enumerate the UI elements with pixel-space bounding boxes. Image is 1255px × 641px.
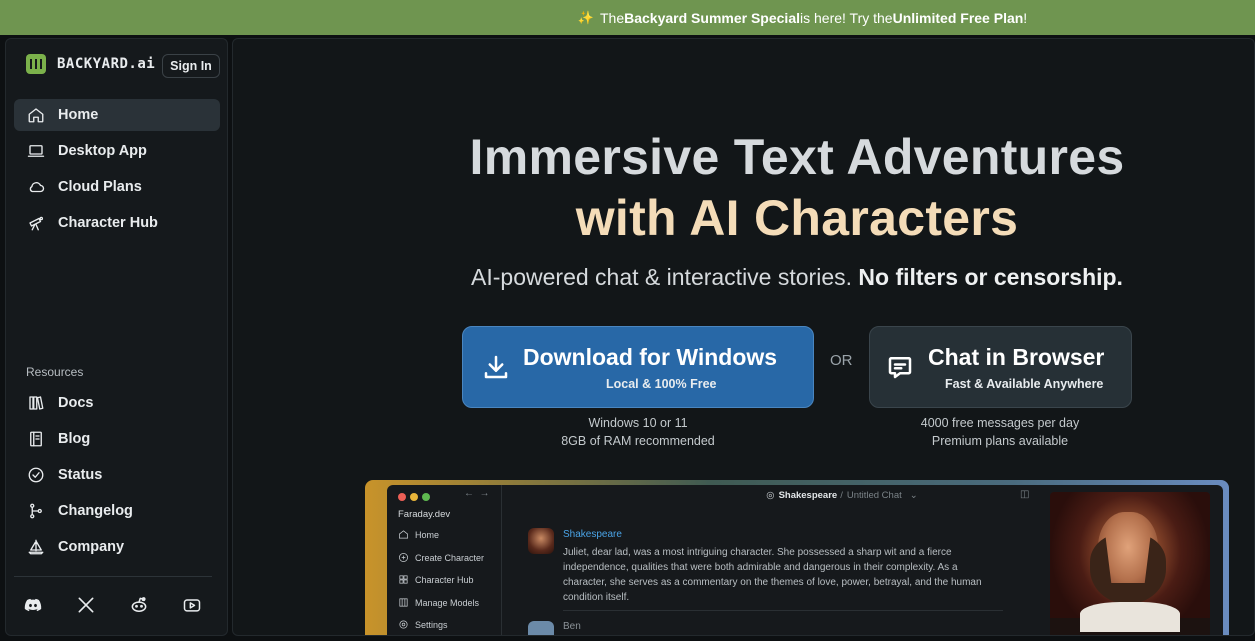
brand-logo[interactable]: BACKYARD.ai <box>26 54 155 74</box>
browser-button-subtitle: Fast & Available Anywhere <box>945 377 1104 391</box>
preview-chat-character: Shakespeare <box>778 489 838 501</box>
reddit-icon[interactable] <box>128 594 150 616</box>
message-text: Juliet, dear lad, was a most intriguing … <box>563 547 982 603</box>
brand-name: BACKYARD.ai <box>57 56 156 72</box>
hero-subtitle-text: AI-powered chat & interactive stories. <box>471 264 859 290</box>
backyard-logo-icon <box>26 54 46 74</box>
banner-suffix: ! <box>1023 9 1028 26</box>
nav-item-changelog[interactable]: Changelog <box>14 495 220 527</box>
nav-label: Desktop App <box>58 143 147 159</box>
sign-in-button[interactable]: Sign In <box>162 54 220 78</box>
preview-menu-settings: Settings <box>398 619 448 630</box>
nav-item-character-hub[interactable]: Character Hub <box>14 207 220 239</box>
download-button-title: Download for Windows <box>523 344 778 370</box>
preview-menu-home: Home <box>398 529 439 540</box>
hero-title-line-2: with AI Characters <box>575 190 1019 246</box>
nav-label: Home <box>58 107 99 123</box>
telescope-icon <box>26 213 46 233</box>
sidebar-toggle-icon: ◫ <box>1020 489 1030 500</box>
chat-bubble-icon <box>885 352 915 382</box>
nav-item-cloud-plans[interactable]: Cloud Plans <box>14 171 220 203</box>
user-avatar <box>528 621 554 635</box>
app-preview: ← → Faraday.dev Home Create Character Ch… <box>365 480 1229 635</box>
nav-item-desktop-app[interactable]: Desktop App <box>14 135 220 167</box>
hero-subtitle-emphasis: No filters or censorship. <box>858 264 1123 290</box>
cloud-icon <box>26 177 46 197</box>
download-note-os: Windows 10 or 11 <box>588 416 688 430</box>
shakespeare-avatar <box>528 528 554 554</box>
youtube-icon[interactable] <box>181 594 203 616</box>
sidebar: BACKYARD.ai Sign In Home Desktop App Clo… <box>5 38 228 636</box>
promo-banner[interactable]: ✨ The Backyard Summer Special is here! T… <box>0 0 1255 35</box>
banner-prefix: The <box>600 9 625 26</box>
sidebar-divider <box>14 576 212 577</box>
or-separator: OR <box>830 352 853 369</box>
chat-in-browser-button[interactable]: Chat in Browser Fast & Available Anywher… <box>869 326 1132 408</box>
discord-icon[interactable] <box>22 594 44 616</box>
preview-menu-manage-models: Manage Models <box>398 597 479 608</box>
books-icon <box>26 393 46 413</box>
preview-sidebar: Faraday.dev Home Create Character Charac… <box>387 485 502 635</box>
nav-label: Status <box>58 467 103 483</box>
browser-notes: 4000 free messages per day Premium plans… <box>890 414 1110 450</box>
preview-menu-character-hub: Character Hub <box>398 574 474 585</box>
notebook-icon <box>26 429 46 449</box>
resources-heading: Resources <box>26 365 84 379</box>
banner-highlight-1: Backyard Summer Special <box>624 9 800 26</box>
app-preview-window: ← → Faraday.dev Home Create Character Ch… <box>387 485 1223 635</box>
nav-label: Character Hub <box>58 215 158 231</box>
character-portrait <box>1050 492 1210 635</box>
preview-app-title: Faraday.dev <box>398 509 451 520</box>
check-circle-icon <box>26 465 46 485</box>
nav-item-home[interactable]: Home <box>14 99 220 131</box>
sparkle-icon: ✨ <box>577 9 594 25</box>
home-icon <box>26 105 46 125</box>
hero-title-line-1: Immersive Text Adventures <box>469 129 1125 185</box>
download-button-subtitle: Local & 100% Free <box>606 377 717 391</box>
download-requirements: Windows 10 or 11 8GB of RAM recommended <box>538 414 738 450</box>
preview-chat-header: ◎ Shakespeare / Untitled Chat ⌄ <box>766 489 918 501</box>
download-note-ram: 8GB of RAM recommended <box>561 434 715 448</box>
banner-middle: is here! Try the <box>800 9 893 26</box>
nav-item-company[interactable]: Company <box>14 531 220 563</box>
message-author: Shakespeare <box>563 529 622 540</box>
nav-item-status[interactable]: Status <box>14 459 220 491</box>
nav-label: Company <box>58 539 125 555</box>
nav-item-docs[interactable]: Docs <box>14 387 220 419</box>
preview-chat-title: Untitled Chat <box>846 489 902 501</box>
download-icon <box>481 352 511 382</box>
preview-menu-create-character: Create Character <box>398 552 484 563</box>
nav-label: Cloud Plans <box>58 179 142 195</box>
next-message-author: Ben <box>563 621 581 632</box>
hero-subtitle: AI-powered chat & interactive stories. N… <box>233 264 1254 291</box>
download-windows-button[interactable]: Download for Windows Local & 100% Free <box>462 326 814 408</box>
browser-note-premium: Premium plans available <box>931 434 1069 448</box>
nav-label: Changelog <box>58 503 133 519</box>
git-branch-icon <box>26 501 46 521</box>
message-divider <box>563 610 1003 611</box>
banner-highlight-2: Unlimited Free Plan <box>892 9 1024 26</box>
nav-label: Blog <box>58 431 91 447</box>
nav-item-blog[interactable]: Blog <box>14 423 220 455</box>
x-icon[interactable] <box>75 594 97 616</box>
browser-button-title: Chat in Browser <box>928 344 1105 370</box>
sailboat-icon <box>26 537 46 557</box>
main-content: Immersive Text Adventures with AI Charac… <box>232 38 1255 636</box>
nav-label: Docs <box>58 395 94 411</box>
browser-note-messages: 4000 free messages per day <box>920 416 1080 430</box>
laptop-icon <box>26 141 46 161</box>
